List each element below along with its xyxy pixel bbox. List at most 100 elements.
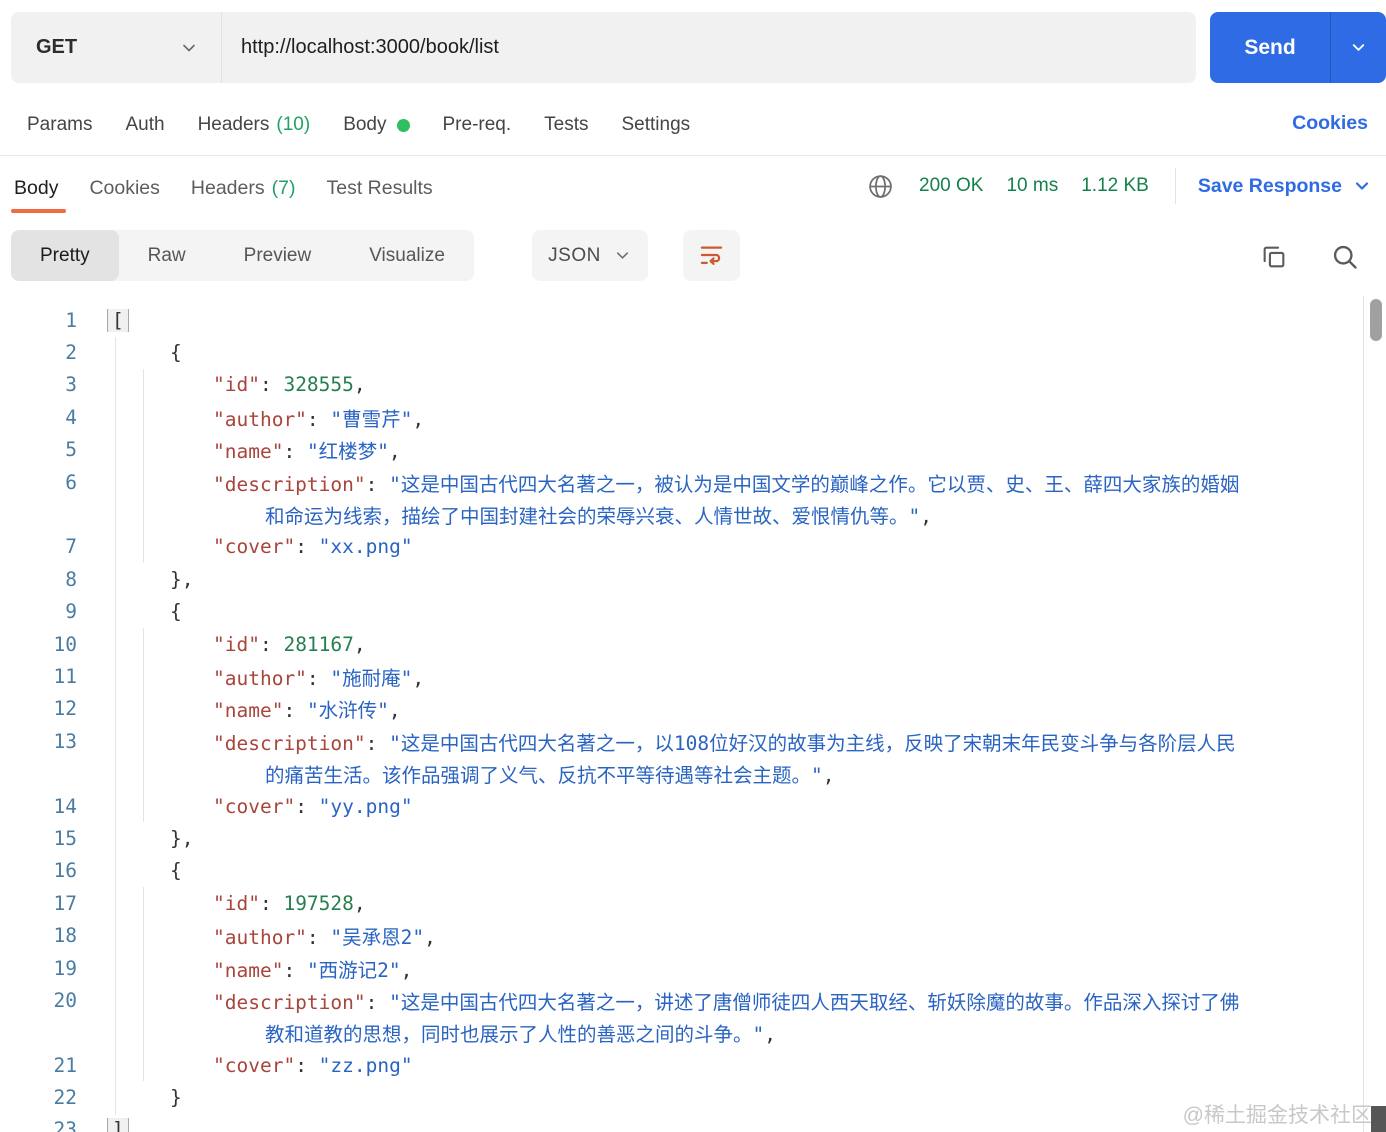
search-icon: [1331, 243, 1359, 271]
search-button[interactable]: [1331, 243, 1359, 271]
code-line: 22}: [0, 1081, 1386, 1113]
request-tab-body[interactable]: Body: [343, 114, 410, 136]
code-line: 23]: [0, 1114, 1386, 1132]
line-number: 11: [53, 664, 77, 688]
line-number: 12: [53, 697, 77, 721]
method-label: GET: [36, 36, 78, 58]
response-time: 10 ms: [1006, 175, 1059, 196]
indent-guide: [143, 628, 144, 822]
mode-raw[interactable]: Raw: [119, 230, 215, 281]
view-mode-switcher: Pretty Raw Preview Visualize: [11, 230, 474, 281]
code-line: 18 "author": "吴承恩2",: [0, 919, 1386, 951]
word-wrap-icon: [698, 242, 725, 269]
vertical-divider: [1174, 168, 1176, 204]
status-badge: 200 OK: [919, 175, 984, 196]
chevron-down-icon: [1349, 38, 1368, 57]
code-line: 10 "id": 281167,: [0, 628, 1386, 660]
code-line: 4 "author": "曹雪芹",: [0, 401, 1386, 433]
mode-preview[interactable]: Preview: [215, 230, 341, 281]
globe-icon: [868, 174, 893, 199]
code-line: 的痛苦生活。该作品强调了义气、反抗不平等待遇等社会主题。",: [265, 764, 835, 788]
json-code: 1[2{3 "id": 328555, 4 "author": "曹雪芹", 5 "nam…: [0, 296, 1386, 1132]
mode-pretty[interactable]: Pretty: [11, 230, 119, 281]
line-number: 18: [53, 924, 77, 948]
format-dropdown[interactable]: JSON: [532, 230, 648, 281]
response-tab-headers[interactable]: Headers (7): [191, 177, 296, 200]
line-number: 6: [65, 470, 77, 494]
request-tab-auth[interactable]: Auth: [125, 114, 164, 136]
active-tab-underline: [11, 209, 66, 213]
request-tab-tests[interactable]: Tests: [544, 114, 588, 136]
line-number: 4: [65, 405, 77, 429]
send-button[interactable]: Send: [1210, 12, 1331, 83]
send-options-caret[interactable]: [1331, 12, 1386, 83]
scrollbar-track[interactable]: [1363, 296, 1386, 1132]
request-tab-settings[interactable]: Settings: [622, 114, 691, 136]
line-number: 15: [53, 826, 77, 850]
response-tab-test-results[interactable]: Test Results: [326, 177, 432, 200]
watermark: @稀土掘金技术社区: [1182, 1104, 1372, 1127]
code-line: 17 "id": 197528,: [0, 887, 1386, 919]
request-tab-prereq[interactable]: Pre-req.: [443, 114, 512, 136]
scrollbar-corner: [1371, 1106, 1386, 1132]
chevron-down-icon: [613, 246, 632, 265]
save-response-button[interactable]: Save Response: [1198, 175, 1372, 198]
code-line: 21 "cover": "zz.png": [0, 1049, 1386, 1081]
copy-button[interactable]: [1260, 243, 1288, 271]
code-line: 7 "cover": "xx.png": [0, 531, 1386, 563]
request-tab-headers[interactable]: Headers (10): [198, 114, 311, 136]
line-number: 20: [53, 988, 77, 1012]
code-line: 3 "id": 328555,: [0, 369, 1386, 401]
line-number: 3: [65, 373, 77, 397]
chevron-down-icon: [1352, 176, 1372, 196]
code-line: 13 "description": "这是中国古代四大名著之一，以108位好汉的故…: [0, 725, 1386, 757]
method-dropdown[interactable]: GET: [11, 12, 222, 83]
line-number: 22: [53, 1086, 77, 1110]
response-body-viewer: 1[2{3 "id": 328555, 4 "author": "曹雪芹", 5 "nam…: [0, 296, 1386, 1132]
code-line: 1[: [0, 304, 1386, 336]
line-number: 5: [65, 438, 77, 462]
url-text: http://localhost:3000/book/list: [241, 36, 499, 58]
code-line: 9{: [0, 596, 1386, 628]
code-line: 16{: [0, 855, 1386, 887]
url-input[interactable]: http://localhost:3000/book/list: [222, 12, 1196, 83]
annotation-underline-target: "西游记2": [307, 954, 401, 983]
send-button-split: Send: [1210, 12, 1386, 83]
line-number: 2: [65, 341, 77, 365]
code-line: 教和道教的思想，同时也展示了人性的善恶之间的斗争。",: [265, 1023, 776, 1047]
scrollbar-thumb[interactable]: [1370, 299, 1382, 341]
code-line: 20 "description": "这是中国古代四大名著之一，讲述了唐僧师徒四人…: [0, 984, 1386, 1016]
line-number: 14: [53, 794, 77, 818]
section-divider: [0, 155, 1386, 156]
line-number: 8: [65, 567, 77, 591]
line-number: 21: [53, 1053, 77, 1077]
response-tabs: Body Cookies Headers (7) Test Results: [14, 166, 433, 210]
mode-visualize[interactable]: Visualize: [340, 230, 474, 281]
chevron-down-icon: [179, 38, 199, 58]
line-number: 17: [53, 891, 77, 915]
cookies-link[interactable]: Cookies: [1292, 112, 1368, 135]
code-line: 14 "cover": "yy.png": [0, 790, 1386, 822]
code-line: 6 "description": "这是中国古代四大名著之一，被认为是中国文学的巅…: [0, 466, 1386, 498]
code-line: 15},: [0, 822, 1386, 854]
body-set-dot: [396, 118, 410, 132]
indent-guide: [143, 369, 144, 563]
code-line: 19 "name": "西游记2",: [0, 952, 1386, 984]
line-number: 9: [65, 600, 77, 624]
code-line: 12 "name": "水浒传",: [0, 693, 1386, 725]
code-line: 8},: [0, 563, 1386, 595]
response-tab-cookies[interactable]: Cookies: [89, 177, 159, 200]
code-line: 2{: [0, 336, 1386, 368]
word-wrap-toggle[interactable]: [683, 230, 740, 281]
line-number: 10: [53, 632, 77, 656]
format-label: JSON: [548, 244, 601, 266]
copy-icon: [1260, 243, 1288, 271]
save-response-label: Save Response: [1197, 174, 1342, 197]
line-number: 19: [53, 956, 77, 980]
request-tabs: Params Auth Headers (10) Body Pre-req. Tests Se…: [27, 108, 690, 142]
api-client-window: GET http://localhost:3000/book/list Send…: [0, 0, 1386, 1132]
request-tab-params[interactable]: Params: [27, 114, 92, 136]
response-tab-body[interactable]: Body: [14, 177, 58, 200]
code-line: 5 "name": "红楼梦",: [0, 434, 1386, 466]
response-size: 1.12 KB: [1081, 175, 1149, 196]
